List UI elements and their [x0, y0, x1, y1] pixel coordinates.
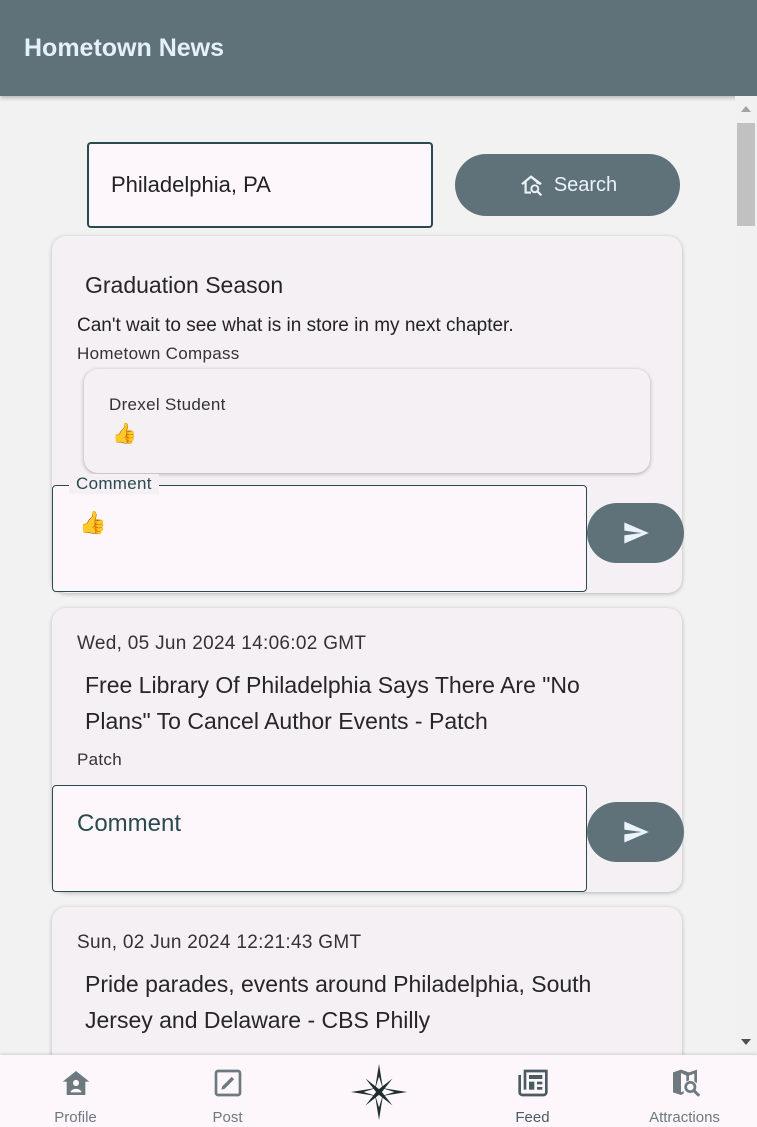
post-source: Hometown Compass [77, 344, 240, 363]
post-title: Pride parades, events around Philadelphi… [85, 971, 592, 1033]
location-input[interactable]: Philadelphia, PA [87, 142, 433, 228]
post-date: Sun, 02 Jun 2024 12:21:43 GMT [77, 932, 362, 953]
post-title: Graduation Season [85, 272, 284, 298]
comment-input[interactable]: Comment [52, 785, 587, 892]
scroll-up-arrow-icon[interactable] [741, 106, 751, 112]
scrollbar-thumb[interactable] [737, 123, 755, 226]
post-body: Can't wait to see what is in store in my… [77, 315, 514, 336]
search-button-label: Search [553, 173, 618, 196]
app-title: Hometown News [24, 34, 225, 62]
comment-input[interactable]: Comment 👍 [52, 474, 587, 592]
nav-label-profile: Profile [54, 1109, 97, 1126]
post-card: Graduation Season Can't wait to see what… [52, 236, 684, 593]
nav-label-feed: Feed [515, 1109, 550, 1126]
nav-item-profile[interactable]: Profile [0, 1055, 151, 1127]
nav-label-attractions: Attractions [649, 1109, 720, 1126]
bottom-navigation: Profile Post Feed Attractions [0, 1055, 757, 1127]
comment-input-value: 👍 [79, 510, 107, 535]
nav-item-post[interactable]: Post [152, 1055, 303, 1127]
edit-icon [214, 1069, 241, 1097]
newspaper-icon [517, 1069, 548, 1097]
comment-author: Drexel Student [109, 395, 226, 414]
post-title: Free Library Of Philadelphia Says There … [85, 672, 580, 734]
send-icon [623, 821, 649, 843]
profile-home-icon [62, 1071, 89, 1095]
app-bar: Hometown News [0, 0, 757, 96]
compass-logo-icon [350, 1063, 407, 1121]
send-icon [623, 522, 649, 544]
scroll-down-arrow-icon[interactable] [741, 1039, 751, 1045]
send-comment-button[interactable] [587, 802, 684, 862]
send-comment-button[interactable] [587, 503, 684, 563]
nav-item-feed[interactable]: Feed [457, 1055, 608, 1127]
search-button[interactable]: Search [455, 154, 680, 216]
comment-input-placeholder: Comment [77, 810, 182, 837]
home-search-icon [521, 175, 542, 196]
nav-item-attractions[interactable]: Attractions [609, 1055, 757, 1127]
post-source: Patch [77, 750, 122, 769]
post-card: Sun, 02 Jun 2024 12:21:43 GMT Pride para… [52, 907, 682, 1055]
post-card: Wed, 05 Jun 2024 14:06:02 GMT Free Libra… [52, 608, 684, 892]
comment-text: 👍 [112, 423, 137, 445]
scrollbar[interactable] [735, 96, 757, 1055]
feed-scroll-area[interactable]: Philadelphia, PA Search Graduation Seaso… [0, 96, 757, 1055]
map-search-icon [672, 1069, 700, 1097]
nav-label-post: Post [212, 1109, 243, 1126]
nav-item-home[interactable] [303, 1055, 454, 1127]
comment-item: Drexel Student 👍 [84, 369, 650, 473]
post-date: Wed, 05 Jun 2024 14:06:02 GMT [77, 633, 367, 654]
comment-input-label: Comment [69, 474, 159, 494]
